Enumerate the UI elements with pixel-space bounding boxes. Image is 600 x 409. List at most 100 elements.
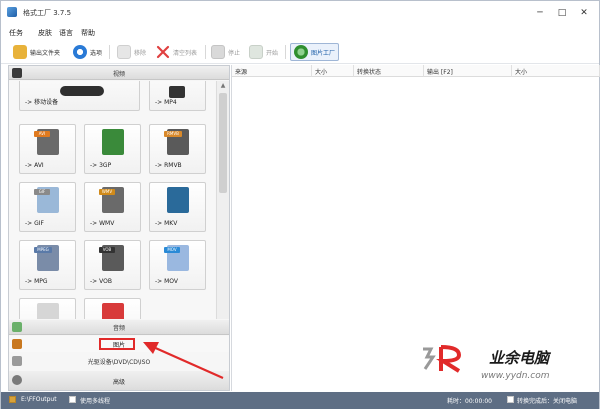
rmvb-file-icon: RMVB <box>164 129 189 155</box>
scroll-thumb[interactable] <box>219 93 227 193</box>
options-button[interactable]: 选项 <box>73 43 102 61</box>
app-logo-icon <box>7 7 17 17</box>
toolbar-separator <box>205 45 206 59</box>
after-convert-label: 转换完成后：关闭电脑 <box>517 398 578 405</box>
column-output-size[interactable]: 大小 <box>512 65 600 77</box>
shutdown-checkbox[interactable] <box>507 396 514 403</box>
remove-label: 移除 <box>134 49 147 57</box>
start-label: 开始 <box>266 49 279 57</box>
format-label: -> VOB <box>90 278 112 285</box>
close-button[interactable]: ✕ <box>575 6 593 20</box>
clear-list-button[interactable]: 清空列表 <box>156 43 197 61</box>
options-label: 选项 <box>90 49 103 57</box>
3gp-file-icon <box>102 129 124 155</box>
format-3gp[interactable]: -> 3GP <box>84 124 141 174</box>
menu-help[interactable]: 帮助 <box>81 28 95 38</box>
format-mobile-device[interactable]: -> 移动设备 <box>19 81 140 111</box>
status-bar: E:\FFOutput 使用多线程 耗时：00:00:00 转换完成后：关闭电脑 <box>1 392 599 409</box>
maximize-button[interactable]: □ <box>553 6 571 20</box>
format-label: -> MOV <box>155 278 178 285</box>
format-label: -> 3GP <box>90 162 112 169</box>
red-arrow-annotation <box>143 342 224 380</box>
format-mpg[interactable]: MPEG -> MPG <box>19 240 76 290</box>
watermark-logo-icon <box>423 345 462 373</box>
format-label: -> MP4 <box>155 99 177 106</box>
multithread-label: 使用多线程 <box>80 398 111 405</box>
audio-category[interactable]: 音频 <box>9 320 229 335</box>
format-label: -> GIF <box>25 220 44 227</box>
menu-bar: 任务 皮肤 语言 帮助 <box>1 27 599 39</box>
start-icon <box>249 45 263 59</box>
toolbar: 输出文件夹 选项 移除 清空列表 停止 开始 图片工厂 <box>1 40 599 64</box>
output-folder-button[interactable]: 输出文件夹 <box>13 43 60 61</box>
watermark-url: www.yydn.com <box>481 371 550 381</box>
app-window: 格式工厂 3.7.5 ─ □ ✕ 任务 皮肤 语言 帮助 输出文件夹 选项 移除… <box>0 0 600 409</box>
column-output[interactable]: 输出 [F2] <box>424 65 512 77</box>
elapsed-time: 耗时：00:00:00 <box>447 398 492 405</box>
menu-task[interactable]: 任务 <box>9 28 23 38</box>
folder-icon <box>13 45 27 59</box>
clear-x-icon <box>156 45 170 59</box>
output-path[interactable]: E:\FFOutput <box>21 396 57 403</box>
watermark-brand: 业余电脑 <box>489 349 550 367</box>
format-grid: -> 移动设备 -> MP4 AVI -> AVI -> 3GP RMVB ->… <box>9 81 215 319</box>
format-wmv[interactable]: WMV -> WMV <box>84 182 141 232</box>
window-title: 格式工厂 3.7.5 <box>23 9 72 17</box>
audio-category-label: 音频 <box>112 325 125 332</box>
mobile-devices-icon <box>60 86 104 96</box>
format-label: -> AVI <box>25 162 44 169</box>
format-grid-scrollbar[interactable]: ▲ <box>216 81 229 319</box>
video-category-label: 视频 <box>112 71 125 78</box>
toolbar-separator <box>109 45 110 59</box>
format-label: -> MPG <box>25 278 48 285</box>
format-vob[interactable]: VOB -> VOB <box>84 240 141 290</box>
multithread-checkbox[interactable] <box>69 396 76 403</box>
format-partial-1[interactable] <box>19 298 76 319</box>
stop-button[interactable]: 停止 <box>211 43 240 61</box>
stop-label: 停止 <box>228 49 241 57</box>
folder-icon <box>9 396 16 403</box>
format-label: -> RMVB <box>155 162 182 169</box>
watermark: 业余电脑 www.yydn.com <box>419 341 599 389</box>
toolbar-separator <box>285 45 286 59</box>
gif-file-icon: GIF <box>34 187 59 213</box>
video-category-header[interactable]: 视频 <box>9 66 229 80</box>
menu-skin[interactable]: 皮肤 <box>38 28 52 38</box>
remove-icon <box>117 45 131 59</box>
picture-factory-icon <box>294 45 308 59</box>
wmv-file-icon: WMV <box>99 187 124 213</box>
format-label: -> WMV <box>90 220 115 227</box>
column-source[interactable]: 来源 <box>232 65 312 77</box>
format-mp4[interactable]: -> MP4 <box>149 81 206 111</box>
column-status[interactable]: 转换状态 <box>354 65 424 77</box>
mov-file-icon: MOV <box>164 245 189 271</box>
minimize-button[interactable]: ─ <box>531 6 549 20</box>
format-rmvb[interactable]: RMVB -> RMVB <box>149 124 206 174</box>
vob-file-icon: VOB <box>99 245 124 271</box>
flash-file-icon <box>102 303 124 319</box>
format-mov[interactable]: MOV -> MOV <box>149 240 206 290</box>
scroll-up-icon[interactable]: ▲ <box>219 82 227 90</box>
file-icon <box>37 303 59 319</box>
menu-language[interactable]: 语言 <box>59 28 73 38</box>
remove-button[interactable]: 移除 <box>117 43 146 61</box>
picture-factory-button[interactable]: 图片工厂 <box>290 43 340 61</box>
picture-factory-label: 图片工厂 <box>311 49 336 57</box>
category-panel: 视频 -> 移动设备 -> MP4 AVI -> AVI -> 3GP RMVB… <box>8 65 230 391</box>
format-avi[interactable]: AVI -> AVI <box>19 124 76 174</box>
options-icon <box>73 45 87 59</box>
stop-icon <box>211 45 225 59</box>
format-gif[interactable]: GIF -> GIF <box>19 182 76 232</box>
format-mkv[interactable]: -> MKV <box>149 182 206 232</box>
format-label: -> MKV <box>155 220 178 227</box>
start-button[interactable]: 开始 <box>249 43 278 61</box>
format-label: -> 移动设备 <box>25 99 59 106</box>
avi-file-icon: AVI <box>34 129 59 155</box>
mp4-film-icon <box>169 86 185 98</box>
mpg-file-icon: MPEG <box>34 245 59 271</box>
format-partial-2[interactable] <box>84 298 141 319</box>
column-size[interactable]: 大小 <box>312 65 354 77</box>
mkv-file-icon <box>167 187 189 213</box>
picture-highlight-box <box>99 338 135 350</box>
output-folder-label: 输出文件夹 <box>30 49 61 57</box>
